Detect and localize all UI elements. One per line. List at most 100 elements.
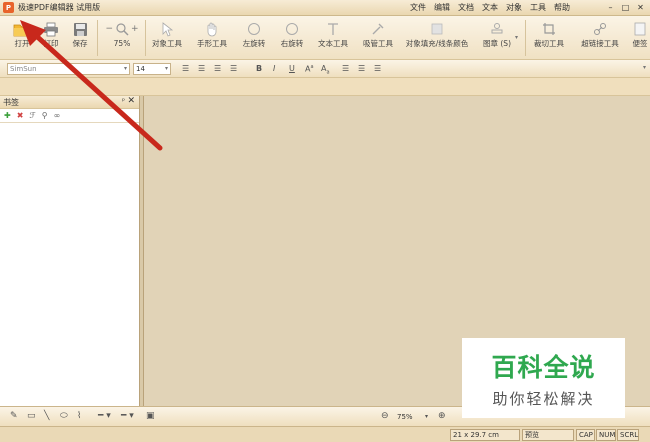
eyedropper-icon bbox=[371, 19, 385, 39]
zoom-out-icon[interactable]: − bbox=[105, 24, 113, 34]
open-label: 打开 bbox=[14, 39, 30, 48]
stamp-button[interactable]: 图章 (S) bbox=[480, 19, 514, 48]
menu-edit[interactable]: 编辑 bbox=[434, 2, 450, 13]
rotate-right-label: 右旋转 bbox=[280, 39, 304, 48]
superscript-button[interactable]: Aa bbox=[305, 64, 314, 74]
font-family-value: SimSun bbox=[10, 65, 37, 73]
bold-button[interactable]: B bbox=[256, 64, 262, 73]
subscript-button[interactable]: Aa bbox=[321, 64, 330, 76]
add-bookmark-icon[interactable]: ✚ bbox=[4, 111, 11, 120]
print-button[interactable]: 打印 bbox=[38, 19, 64, 48]
link-chain-icon bbox=[593, 19, 607, 39]
font-size-value: 14 bbox=[136, 65, 145, 73]
menu-document[interactable]: 文档 bbox=[458, 2, 474, 13]
link-tool-button[interactable]: 超链接工具 bbox=[576, 19, 624, 48]
toolbar-options-icon[interactable]: ▾ bbox=[643, 64, 646, 71]
sticky-note-button[interactable]: 便签 bbox=[630, 19, 650, 48]
menu-tools[interactable]: 工具 bbox=[530, 2, 546, 13]
menu-object[interactable]: 对象 bbox=[506, 2, 522, 13]
print-label: 打印 bbox=[43, 39, 59, 48]
hand-tool-button[interactable]: 手形工具 bbox=[193, 19, 231, 48]
link-tool-label: 超链接工具 bbox=[581, 39, 619, 48]
maximize-button[interactable]: □ bbox=[619, 1, 632, 13]
bookmark-tools: ✚ ✖ ℱ ⚲ ∞ bbox=[0, 109, 139, 123]
app-logo-icon: P bbox=[3, 2, 14, 13]
italic-button[interactable]: I bbox=[273, 64, 275, 73]
menu-file[interactable]: 文件 bbox=[410, 2, 426, 13]
close-icon[interactable]: ✕ bbox=[127, 96, 135, 106]
outdent-icon[interactable]: ☰ bbox=[374, 64, 381, 73]
align-right-icon[interactable]: ☰ bbox=[214, 64, 221, 73]
main-toolbar: 打开 打印 保存 − + 75% 对象工具 手形工具 左旋转 右旋转 文本工具 … bbox=[0, 16, 650, 60]
zoom-dropdown-icon[interactable]: ▾ bbox=[425, 413, 428, 420]
underline-button[interactable]: U bbox=[289, 64, 295, 73]
caps-lock-indicator: CAP bbox=[576, 429, 595, 441]
status-bar: 21 x 29.7 cm 预览 CAP NUM SCRL bbox=[0, 426, 650, 442]
window-title: 极速PDF编辑器 试用版 bbox=[18, 3, 101, 12]
watermark-subtitle: 助你轻松解决 bbox=[492, 389, 595, 408]
close-window-button[interactable]: ✕ bbox=[634, 1, 647, 13]
watermark-badge: 百科全说 助你轻松解决 bbox=[462, 338, 625, 418]
rotate-right-icon bbox=[285, 19, 299, 39]
title-bar: P 极速PDF编辑器 试用版 文件 编辑 文档 文本 对象 工具 帮助 – □ … bbox=[0, 0, 650, 16]
find-binoculars-icon[interactable]: ∞ bbox=[54, 111, 61, 120]
search-icon[interactable]: ⚲ bbox=[42, 111, 48, 120]
scroll-lock-indicator: SCRL bbox=[617, 429, 639, 441]
rotate-left-button[interactable]: 左旋转 bbox=[238, 19, 270, 48]
window-controls: – □ ✕ bbox=[604, 1, 647, 13]
eyedropper-tool-button[interactable]: 吸管工具 bbox=[359, 19, 397, 48]
line-spacing-icon[interactable]: ☰ bbox=[342, 64, 349, 73]
pen-icon[interactable]: ⌇ bbox=[77, 411, 81, 421]
indent-icon[interactable]: ☰ bbox=[358, 64, 365, 73]
pencil-icon[interactable]: ✎ bbox=[10, 411, 18, 421]
align-center-icon[interactable]: ☰ bbox=[198, 64, 205, 73]
view-mode: 预览 bbox=[522, 429, 574, 441]
font-family-select[interactable]: SimSun ▾ bbox=[7, 63, 130, 75]
line-style-icon[interactable]: ━ ▾ bbox=[98, 411, 111, 421]
zoom-icons: − + bbox=[105, 19, 139, 39]
bookmark-panel: 书签 ᵖ ✕ ✚ ✖ ℱ ⚲ ∞ bbox=[0, 96, 140, 406]
zoom-control[interactable]: − + 75% bbox=[101, 19, 143, 48]
crop-icon bbox=[542, 19, 556, 39]
image-icon[interactable]: ▣ bbox=[146, 411, 155, 421]
menu-text[interactable]: 文本 bbox=[482, 2, 498, 13]
folder-icon bbox=[13, 19, 31, 39]
hand-tool-label: 手形工具 bbox=[197, 39, 227, 48]
magnifier-icon bbox=[116, 23, 129, 36]
zoom-value: 75% bbox=[113, 39, 131, 48]
bookmark-panel-header: 书签 ᵖ ✕ bbox=[0, 96, 139, 109]
bookmark-properties-icon[interactable]: ℱ bbox=[29, 111, 35, 120]
status-message bbox=[22, 429, 450, 441]
crop-tool-label: 裁切工具 bbox=[534, 39, 564, 48]
align-left-icon[interactable]: ☰ bbox=[182, 64, 189, 73]
stamp-dropdown-icon[interactable]: ▾ bbox=[515, 34, 518, 41]
object-tool-button[interactable]: 对象工具 bbox=[148, 19, 186, 48]
save-label: 保存 bbox=[72, 39, 88, 48]
pointer-arrow-icon bbox=[161, 19, 173, 39]
delete-bookmark-icon[interactable]: ✖ bbox=[17, 111, 24, 120]
toolbar-separator bbox=[525, 20, 526, 56]
fill-line-color-button[interactable]: 对象填充/线条颜色 bbox=[404, 19, 470, 48]
page-size: 21 x 29.7 cm bbox=[450, 429, 520, 441]
pin-icon[interactable]: ᵖ bbox=[122, 97, 125, 105]
zoom-in-circle-icon[interactable]: ⊕ bbox=[438, 411, 446, 421]
open-button[interactable]: 打开 bbox=[8, 19, 36, 48]
ellipse-icon[interactable]: ⬭ bbox=[60, 411, 68, 421]
menu-help[interactable]: 帮助 bbox=[554, 2, 570, 13]
line-width-icon[interactable]: ━ ▾ bbox=[121, 411, 134, 421]
zoom-out-circle-icon[interactable]: ⊖ bbox=[381, 411, 389, 421]
object-tool-label: 对象工具 bbox=[152, 39, 182, 48]
font-size-select[interactable]: 14 ▾ bbox=[133, 63, 171, 75]
align-justify-icon[interactable]: ☰ bbox=[230, 64, 237, 73]
toolbar-strip bbox=[0, 78, 650, 96]
crop-tool-button[interactable]: 裁切工具 bbox=[530, 19, 568, 48]
save-button[interactable]: 保存 bbox=[66, 19, 94, 48]
rectangle-icon[interactable]: ▭ bbox=[27, 411, 36, 421]
eyedropper-tool-label: 吸管工具 bbox=[363, 39, 393, 48]
text-tool-button[interactable]: 文本工具 bbox=[314, 19, 352, 48]
rotate-right-button[interactable]: 右旋转 bbox=[276, 19, 308, 48]
line-icon[interactable]: ╲ bbox=[44, 411, 49, 421]
zoom-in-icon[interactable]: + bbox=[131, 24, 139, 34]
menu-bar: 文件 编辑 文档 文本 对象 工具 帮助 bbox=[410, 2, 570, 13]
minimize-button[interactable]: – bbox=[604, 1, 617, 13]
